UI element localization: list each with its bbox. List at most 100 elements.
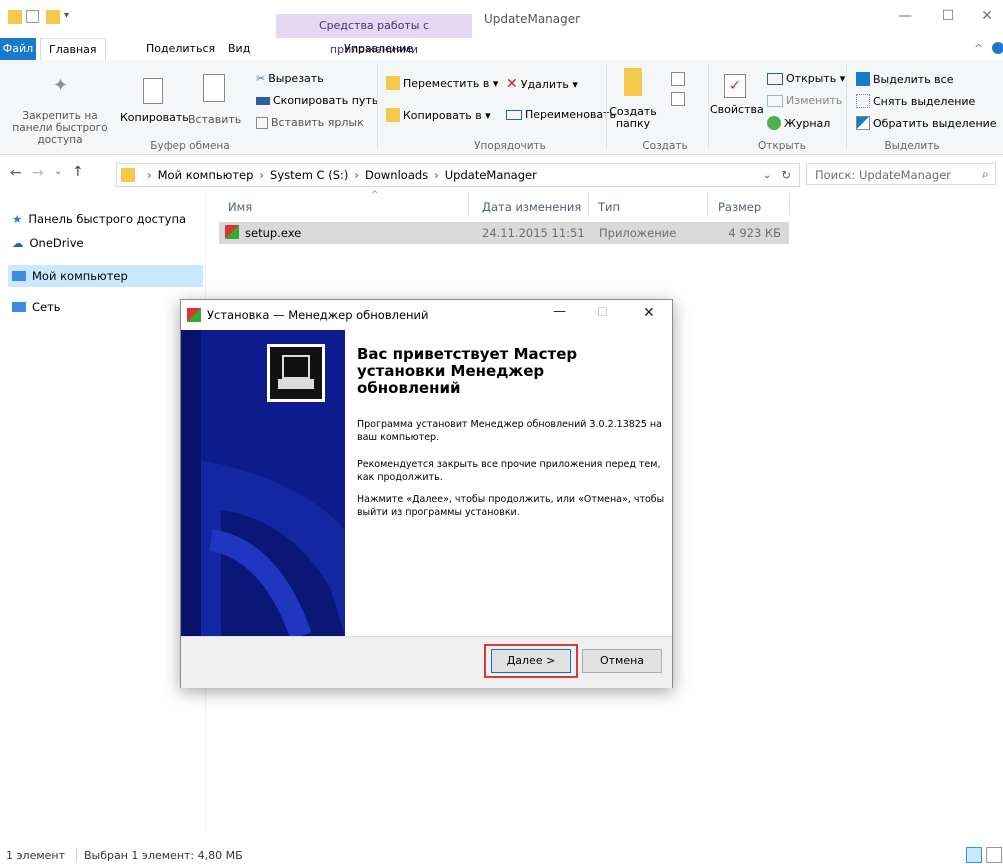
- copy-to-button[interactable]: Копировать в ▾: [386, 108, 491, 122]
- select-none-button[interactable]: Снять выделение: [856, 94, 975, 108]
- forward-button[interactable]: →: [32, 165, 44, 181]
- dialog-minimize-button[interactable]: —: [553, 304, 566, 319]
- paste-shortcut-button[interactable]: Вставить ярлык: [256, 116, 364, 129]
- tab-share[interactable]: Поделиться: [138, 38, 223, 60]
- status-item-count: 1 элемент: [6, 849, 65, 862]
- breadcrumb-separator-icon: ›: [434, 168, 439, 182]
- column-header-type[interactable]: Тип: [598, 200, 620, 214]
- customize-qat-icon[interactable]: ▾: [64, 10, 78, 24]
- column-header-name[interactable]: Имя: [228, 200, 252, 214]
- up-button[interactable]: ↑: [72, 164, 84, 180]
- maximize-button[interactable]: ☐: [933, 6, 963, 26]
- new-folder-button[interactable]: Создать папку: [608, 68, 658, 130]
- properties-button[interactable]: ✓ Свойства: [710, 74, 764, 116]
- recent-locations-chevron-icon[interactable]: ⌄: [54, 166, 62, 177]
- breadcrumb-separator-icon: ›: [147, 168, 152, 182]
- easy-access-icon[interactable]: [671, 92, 685, 106]
- group-new-label: Создать: [642, 140, 688, 152]
- wizard-paragraph-3: Нажмите «Далее», чтобы продолжить, или «…: [357, 494, 665, 518]
- breadcrumb-updatemanager[interactable]: UpdateManager: [445, 168, 537, 182]
- copy-to-icon: [386, 108, 400, 122]
- minimize-button[interactable]: —: [890, 6, 920, 26]
- open-icon: [767, 72, 783, 85]
- tab-manage[interactable]: Управление: [336, 38, 421, 60]
- file-row[interactable]: setup.exe 24.11.2015 11:51 Приложение 4 …: [219, 222, 789, 244]
- select-all-button[interactable]: Выделить все: [856, 72, 953, 86]
- nav-quick-access[interactable]: ★ Панель быстрого доступа: [12, 208, 202, 230]
- copy-path-button[interactable]: Скопировать путь: [256, 94, 378, 107]
- history-icon: [767, 116, 781, 130]
- breadcrumb-system-c[interactable]: System C (S:): [270, 168, 348, 182]
- folder-icon: [8, 10, 22, 24]
- group-organize-label: Упорядочить: [474, 140, 546, 152]
- setup-dialog: Установка — Менеджер обновлений — ☐ ✕ Ва…: [180, 299, 673, 688]
- properties-icon: ✓: [724, 74, 746, 98]
- address-bar[interactable]: › Мой компьютер › System C (S:) › Downlo…: [116, 163, 800, 187]
- tab-view[interactable]: Вид: [220, 38, 258, 60]
- copy-icon: [143, 78, 163, 104]
- cut-button[interactable]: ✂ Вырезать: [256, 72, 324, 85]
- file-name: setup.exe: [245, 226, 302, 240]
- column-separator: [789, 193, 790, 215]
- nav-this-pc[interactable]: Мой компьютер: [8, 265, 203, 287]
- properties-qat-icon[interactable]: [26, 10, 39, 23]
- address-dropdown-icon[interactable]: ⌄: [763, 170, 771, 181]
- pin-icon: ✦: [53, 75, 69, 96]
- select-none-icon: [856, 94, 870, 108]
- separator: [606, 64, 607, 150]
- history-button[interactable]: Журнал: [767, 116, 830, 130]
- column-separator: [588, 193, 589, 215]
- close-button[interactable]: ✕: [972, 6, 1002, 26]
- large-icons-view-icon[interactable]: [986, 847, 1002, 863]
- nav-network[interactable]: Сеть: [12, 296, 202, 318]
- wizard-side-banner: [181, 330, 345, 636]
- back-button[interactable]: ←: [10, 165, 22, 181]
- installer-icon: [187, 308, 201, 322]
- breadcrumb-this-pc[interactable]: Мой компьютер: [158, 168, 254, 182]
- tab-home[interactable]: Главная: [40, 38, 106, 62]
- paste-shortcut-icon: [256, 116, 268, 129]
- separator: [708, 64, 709, 150]
- copy-button[interactable]: Копировать: [120, 78, 189, 124]
- next-button[interactable]: Далее >: [491, 649, 571, 673]
- pin-quick-access-button[interactable]: ✦ Закрепить на панели быстрого доступа: [4, 75, 116, 147]
- tab-file[interactable]: Файл: [0, 38, 36, 60]
- paste-icon: [203, 74, 225, 102]
- network-icon: [12, 302, 26, 312]
- ribbon: ✦ Закрепить на панели быстрого доступа К…: [0, 60, 1003, 155]
- paste-button[interactable]: Вставить: [188, 74, 241, 126]
- refresh-icon[interactable]: ↻: [781, 168, 791, 182]
- column-header-date[interactable]: Дата изменения: [482, 200, 581, 214]
- edit-icon: [767, 94, 783, 107]
- file-date: 24.11.2015 11:51: [482, 226, 585, 240]
- new-folder-qat-icon[interactable]: [46, 10, 60, 24]
- dialog-close-button[interactable]: ✕: [643, 305, 655, 321]
- move-to-button[interactable]: Переместить в ▾: [386, 76, 498, 90]
- sort-arrow-icon: ^: [371, 190, 379, 200]
- help-icon[interactable]: [992, 42, 1003, 54]
- details-view-icon[interactable]: [966, 847, 982, 863]
- edit-button[interactable]: Изменить: [767, 94, 842, 107]
- search-input[interactable]: Поиск: UpdateManager: [806, 163, 996, 185]
- installer-computer-icon: [267, 344, 325, 402]
- scissors-icon: ✂: [256, 72, 266, 85]
- delete-button[interactable]: ✕ Удалить ▾: [506, 76, 578, 92]
- breadcrumb-separator-icon: ›: [259, 168, 265, 182]
- group-open-label: Открыть: [758, 140, 806, 152]
- navigation-pane: ★ Панель быстрого доступа ☁ OneDrive Мой…: [0, 192, 206, 832]
- dialog-maximize-button: ☐: [597, 305, 608, 319]
- rename-button[interactable]: Переименовать: [506, 108, 616, 121]
- column-separator: [707, 193, 708, 215]
- cancel-button[interactable]: Отмена: [582, 649, 662, 673]
- column-header-size[interactable]: Размер: [718, 200, 761, 214]
- collapse-ribbon-icon[interactable]: ^: [974, 42, 983, 55]
- new-item-icon[interactable]: [671, 72, 685, 86]
- nav-onedrive[interactable]: ☁ OneDrive: [12, 232, 202, 254]
- invert-selection-button[interactable]: Обратить выделение: [856, 116, 997, 130]
- open-button[interactable]: Открыть ▾: [767, 72, 845, 85]
- new-folder-icon: [624, 68, 642, 96]
- file-size: 4 923 КБ: [728, 226, 781, 240]
- search-icon: ⌕: [982, 167, 989, 181]
- delete-icon: ✕: [506, 76, 518, 92]
- breadcrumb-downloads[interactable]: Downloads: [365, 168, 428, 182]
